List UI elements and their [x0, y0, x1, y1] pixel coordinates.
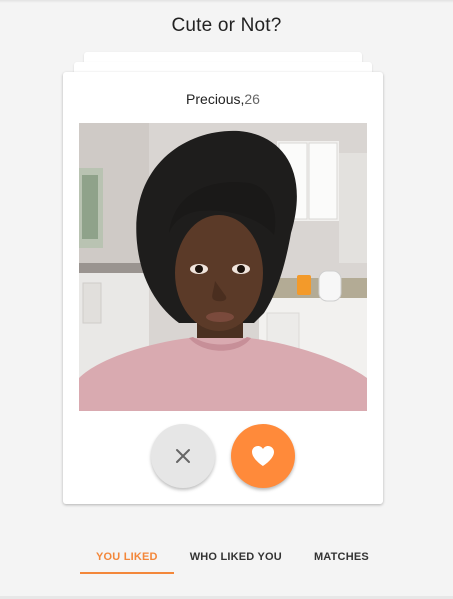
- page-title: Cute or Not?: [171, 15, 282, 36]
- tab-you-liked[interactable]: YOU LIKED: [80, 540, 174, 574]
- profile-card: Precious,26: [63, 72, 383, 504]
- profile-age: 26: [244, 91, 260, 107]
- close-icon: [176, 449, 190, 463]
- tab-who-liked-you[interactable]: WHO LIKED YOU: [174, 540, 298, 574]
- tab-bar: YOU LIKED WHO LIKED YOU MATCHES: [80, 540, 385, 574]
- profile-name: Precious,: [186, 91, 245, 107]
- profile-photo: [79, 123, 367, 411]
- top-shadow: [0, 0, 453, 3]
- profile-heading: Precious,26: [63, 91, 383, 107]
- nope-button[interactable]: [151, 424, 215, 488]
- heart-icon: [252, 446, 274, 466]
- tab-matches[interactable]: MATCHES: [298, 540, 385, 574]
- like-button[interactable]: [231, 424, 295, 488]
- profile-photo-image: [79, 123, 367, 411]
